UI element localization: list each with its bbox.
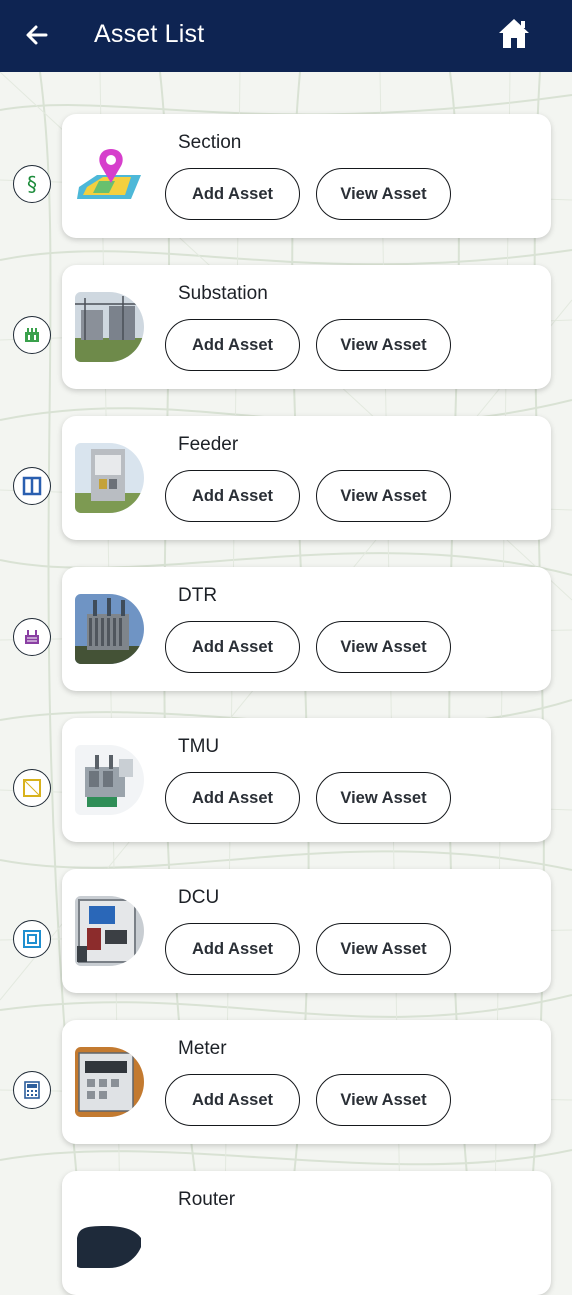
add-asset-button[interactable]: Add Asset — [165, 923, 300, 975]
section-sign-icon: § — [13, 165, 51, 203]
asset-card: Router — [62, 1171, 551, 1295]
add-asset-button[interactable]: Add Asset — [165, 470, 300, 522]
asset-name: TMU — [178, 736, 220, 757]
asset-row-section: § Section Add Asset View Asset — [0, 114, 572, 238]
section-map-pin-image — [75, 141, 144, 211]
asset-row-feeder: Feeder Add Asset View Asset — [0, 416, 572, 540]
router-photo-image — [75, 1198, 144, 1268]
asset-card: Substation Add Asset View Asset — [62, 265, 551, 389]
add-asset-button[interactable]: Add Asset — [165, 1074, 300, 1126]
asset-name: DTR — [178, 585, 218, 606]
transformer-icon — [13, 618, 51, 656]
asset-row-dtr: DTR Add Asset View Asset — [0, 567, 572, 691]
add-asset-button[interactable]: Add Asset — [165, 621, 300, 673]
view-asset-button[interactable]: View Asset — [316, 772, 451, 824]
asset-name: Section — [178, 132, 242, 153]
dcu-photo-image — [75, 896, 144, 966]
view-asset-button[interactable]: View Asset — [316, 923, 451, 975]
asset-row-router: Router — [0, 1171, 572, 1295]
add-asset-button[interactable]: Add Asset — [165, 772, 300, 824]
page-title: Asset List — [94, 20, 205, 48]
view-asset-button[interactable]: View Asset — [316, 168, 451, 220]
asset-name: DCU — [178, 887, 220, 908]
asset-row-tmu: TMU Add Asset View Asset — [0, 718, 572, 842]
add-asset-button[interactable]: Add Asset — [165, 168, 300, 220]
asset-name: Meter — [178, 1038, 227, 1059]
home-icon[interactable] — [496, 15, 532, 51]
asset-card: Feeder Add Asset View Asset — [62, 416, 551, 540]
meter-photo-image — [75, 1047, 144, 1117]
dcu-icon — [13, 920, 51, 958]
view-asset-button[interactable]: View Asset — [316, 621, 451, 673]
asset-name: Router — [178, 1189, 236, 1210]
asset-card: DCU Add Asset View Asset — [62, 869, 551, 993]
tmu-icon — [13, 769, 51, 807]
view-asset-button[interactable]: View Asset — [316, 1074, 451, 1126]
asset-card: Section Add Asset View Asset — [62, 114, 551, 238]
asset-row-dcu: DCU Add Asset View Asset — [0, 869, 572, 993]
feeder-icon — [13, 467, 51, 505]
asset-card: DTR Add Asset View Asset — [62, 567, 551, 691]
substation-icon — [13, 316, 51, 354]
feeder-photo-image — [75, 443, 144, 513]
view-asset-button[interactable]: View Asset — [316, 319, 451, 371]
dtr-photo-image — [75, 594, 144, 664]
tmu-photo-image — [75, 745, 144, 815]
asset-row-substation: Substation Add Asset View Asset — [0, 265, 572, 389]
asset-card: TMU Add Asset View Asset — [62, 718, 551, 842]
asset-name: Feeder — [178, 434, 239, 455]
view-asset-button[interactable]: View Asset — [316, 470, 451, 522]
add-asset-button[interactable]: Add Asset — [165, 319, 300, 371]
asset-name: Substation — [178, 283, 268, 304]
app-header: Asset List — [0, 0, 572, 72]
arrow-left-icon[interactable] — [20, 18, 54, 52]
asset-row-meter: Meter Add Asset View Asset — [0, 1020, 572, 1144]
substation-photo-image — [75, 292, 144, 362]
asset-card: Meter Add Asset View Asset — [62, 1020, 551, 1144]
meter-icon — [13, 1071, 51, 1109]
